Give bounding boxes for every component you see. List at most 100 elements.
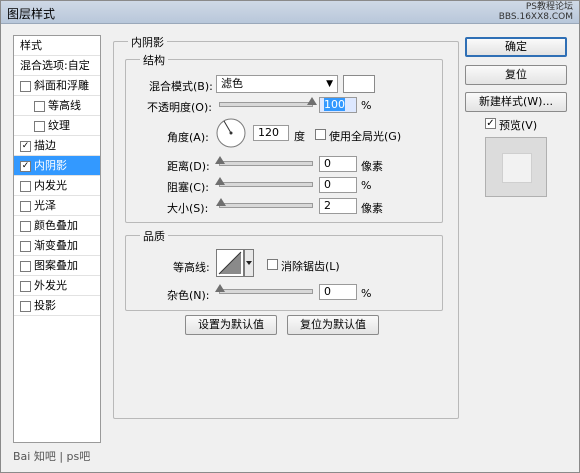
structure-title: 结构 — [140, 52, 168, 68]
style-list-item[interactable]: 颜色叠加 — [14, 216, 100, 236]
opacity-value: 100 — [324, 98, 345, 111]
style-item-label: 外发光 — [34, 279, 67, 292]
opacity-slider-thumb[interactable] — [307, 97, 317, 105]
size-slider-thumb[interactable] — [215, 198, 226, 206]
size-input[interactable]: 2 — [319, 198, 357, 214]
noise-slider-thumb[interactable] — [215, 284, 225, 292]
distance-input[interactable]: 0 — [319, 156, 357, 172]
shadow-color-swatch[interactable] — [343, 75, 375, 93]
style-list-item[interactable]: 外发光 — [14, 276, 100, 296]
panel-title: 内阴影 — [128, 34, 167, 50]
noise-input[interactable]: 0 — [319, 284, 357, 300]
style-item-label: 渐变叠加 — [34, 239, 78, 252]
angle-value: 120 — [258, 126, 279, 139]
footer-watermark: Bai 知吧 | ps吧 — [13, 450, 91, 463]
style-item-checkbox[interactable] — [20, 221, 31, 232]
style-preview-thumbnail — [485, 137, 547, 197]
style-item-checkbox[interactable] — [34, 101, 45, 112]
style-list-header-styles[interactable]: 样式 — [14, 36, 100, 56]
preview-label: 预览(V) — [499, 119, 538, 132]
opacity-label: 不透明度(O): — [147, 101, 212, 114]
size-slider[interactable] — [215, 198, 313, 208]
contour-picker[interactable] — [216, 249, 254, 277]
angle-label: 角度(A): — [167, 131, 209, 144]
anti-alias-checkbox[interactable] — [267, 259, 278, 270]
style-list-item[interactable]: 等高线 — [14, 96, 100, 116]
global-light-checkbox[interactable] — [315, 129, 326, 140]
choke-slider-thumb[interactable] — [215, 177, 225, 185]
angle-unit: 度 — [294, 130, 305, 143]
style-list-item[interactable]: 纹理 — [14, 116, 100, 136]
quality-title: 品质 — [140, 228, 168, 244]
preview-checkbox[interactable]: ✓ — [485, 118, 496, 129]
style-item-checkbox[interactable] — [20, 241, 31, 252]
style-item-checkbox[interactable] — [20, 201, 31, 212]
blend-mode-label: 混合模式(B): — [149, 80, 213, 93]
chevron-down-icon: ▼ — [326, 79, 333, 89]
blend-mode-select[interactable]: 滤色 ▼ — [216, 75, 338, 93]
style-list-item[interactable]: 图案叠加 — [14, 256, 100, 276]
style-list-item[interactable]: 斜面和浮雕 — [14, 76, 100, 96]
choke-label: 阻塞(C): — [167, 181, 209, 194]
style-item-checkbox[interactable] — [20, 301, 31, 312]
style-item-label: 颜色叠加 — [34, 219, 78, 232]
choke-unit: % — [361, 179, 372, 192]
opacity-slider[interactable] — [219, 97, 317, 107]
style-item-label: 投影 — [34, 299, 56, 312]
ok-button[interactable]: 确定 — [465, 37, 567, 57]
style-list: 样式 混合选项:自定 斜面和浮雕 等高线 纹理 ✓ 描边 ✓ 内阴影 内发光 光泽 颜色叠加 渐变叠… — [13, 35, 101, 443]
style-item-label: 内阴影 — [34, 159, 67, 172]
style-item-checkbox[interactable] — [20, 181, 31, 192]
style-item-checkbox[interactable]: ✓ — [20, 161, 31, 172]
style-item-label: 纹理 — [48, 119, 70, 132]
blend-mode-value: 滤色 — [221, 77, 243, 90]
window-title: 图层样式 — [7, 7, 56, 21]
anti-alias-label: 消除锯齿(L) — [281, 260, 340, 273]
style-item-checkbox[interactable] — [20, 281, 31, 292]
reset-default-button[interactable]: 复位为默认值 — [287, 315, 379, 335]
style-item-checkbox[interactable] — [34, 121, 45, 132]
style-list-item[interactable]: 渐变叠加 — [14, 236, 100, 256]
opacity-unit: % — [361, 99, 372, 112]
distance-label: 距离(D): — [167, 160, 210, 173]
noise-unit: % — [361, 287, 372, 300]
style-list-item[interactable]: 内发光 — [14, 176, 100, 196]
reset-button[interactable]: 复位 — [465, 65, 567, 85]
style-item-label: 斜面和浮雕 — [34, 79, 89, 92]
style-item-label: 光泽 — [34, 199, 56, 212]
style-list-blending-options[interactable]: 混合选项:自定 — [14, 56, 100, 76]
angle-input[interactable]: 120 — [253, 125, 289, 141]
new-style-button[interactable]: 新建样式(W)... — [465, 92, 567, 112]
noise-slider[interactable] — [215, 284, 313, 294]
choke-input[interactable]: 0 — [319, 177, 357, 193]
watermark: PS教程论坛 BBS.16XX8.COM — [499, 2, 573, 22]
noise-value: 0 — [324, 285, 331, 298]
size-value: 2 — [324, 199, 331, 212]
distance-slider-thumb[interactable] — [215, 156, 225, 164]
preview-swatch — [502, 153, 532, 183]
noise-label: 杂色(N): — [167, 289, 210, 302]
style-item-checkbox[interactable]: ✓ — [20, 141, 31, 152]
style-item-label: 图案叠加 — [34, 259, 78, 272]
choke-slider[interactable] — [215, 177, 313, 187]
size-unit: 像素 — [361, 202, 383, 215]
style-item-label: 等高线 — [48, 99, 81, 112]
size-label: 大小(S): — [167, 202, 209, 215]
layer-style-dialog: 图层样式 PS教程论坛 BBS.16XX8.COM 样式 混合选项:自定 斜面和… — [0, 0, 580, 473]
style-item-label: 描边 — [34, 139, 56, 152]
global-light-label: 使用全局光(G) — [329, 130, 402, 143]
watermark-line2: BBS.16XX8.COM — [498, 12, 573, 22]
style-list-item[interactable]: 投影 — [14, 296, 100, 316]
opacity-input[interactable]: 100 — [319, 97, 357, 113]
watermark-line1: PS教程论坛 — [525, 2, 573, 12]
distance-value: 0 — [324, 157, 331, 170]
style-list-item[interactable]: ✓ 内阴影 — [14, 156, 100, 176]
style-list-item[interactable]: 光泽 — [14, 196, 100, 216]
angle-dial[interactable] — [215, 117, 247, 149]
distance-slider[interactable] — [215, 156, 313, 166]
style-item-checkbox[interactable] — [20, 261, 31, 272]
style-item-checkbox[interactable] — [20, 81, 31, 92]
choke-value: 0 — [324, 178, 331, 191]
set-default-button[interactable]: 设置为默认值 — [185, 315, 277, 335]
style-list-item[interactable]: ✓ 描边 — [14, 136, 100, 156]
